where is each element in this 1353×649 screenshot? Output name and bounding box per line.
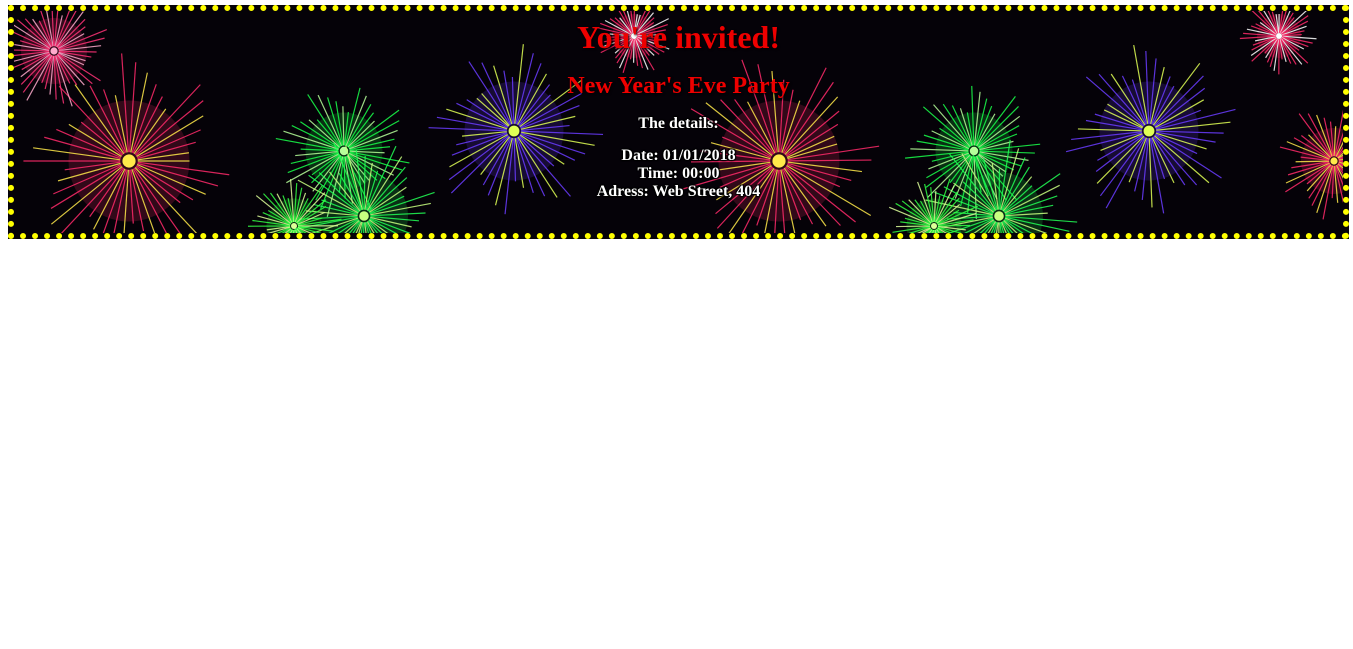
invitation-card: You're invited! New Year's Eve Party The…: [8, 5, 1349, 239]
details-block: Date: 01/01/2018 Time: 00:00 Adress: Web…: [14, 147, 1343, 201]
date-line: Date: 01/01/2018: [621, 147, 736, 164]
invitation-content: You're invited! New Year's Eve Party The…: [14, 11, 1343, 201]
details-heading: The details:: [638, 115, 719, 132]
event-name: New Year's Eve Party: [567, 73, 790, 99]
invitation-title: You're invited!: [577, 19, 780, 55]
time-line: Time: 00:00: [637, 165, 720, 182]
address-line: Adress: Web Street, 404: [596, 183, 761, 200]
